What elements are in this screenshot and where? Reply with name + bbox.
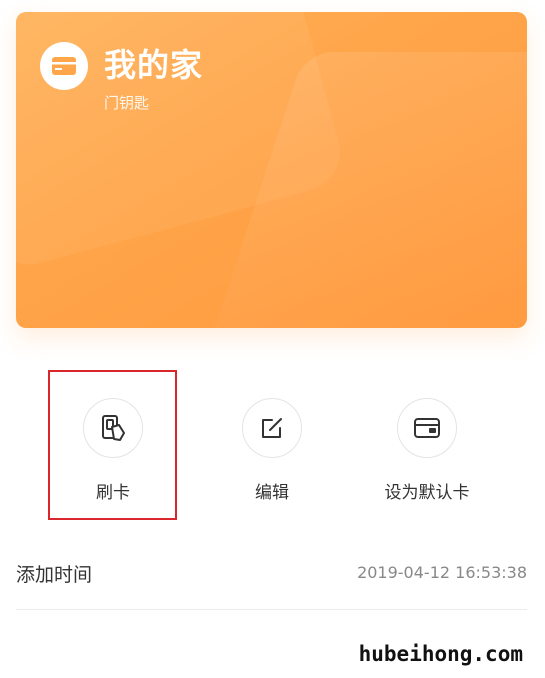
door-key-card[interactable]: 我的家 门钥匙 [16, 12, 527, 328]
edit-icon [242, 398, 302, 458]
swipe-card-icon [83, 398, 143, 458]
default-card-icon [397, 398, 457, 458]
swipe-card-label: 刷卡 [96, 483, 130, 503]
set-default-card-label: 设为默认卡 [384, 483, 470, 503]
edit-label: 编辑 [255, 483, 289, 503]
added-time-label: 添加时间 [16, 564, 93, 586]
edit-button[interactable]: 编辑 [207, 372, 337, 520]
added-time-value: 2019-04-12 16:53:38 [357, 563, 527, 582]
card-icon [40, 42, 88, 90]
card-subtitle: 门钥匙 [104, 94, 150, 112]
swipe-card-button[interactable]: 刷卡 [48, 372, 178, 520]
card-title: 我的家 [104, 46, 204, 84]
divider [16, 609, 527, 610]
watermark: hubeihong.com [358, 642, 523, 666]
set-default-card-button[interactable]: 设为默认卡 [362, 372, 492, 520]
